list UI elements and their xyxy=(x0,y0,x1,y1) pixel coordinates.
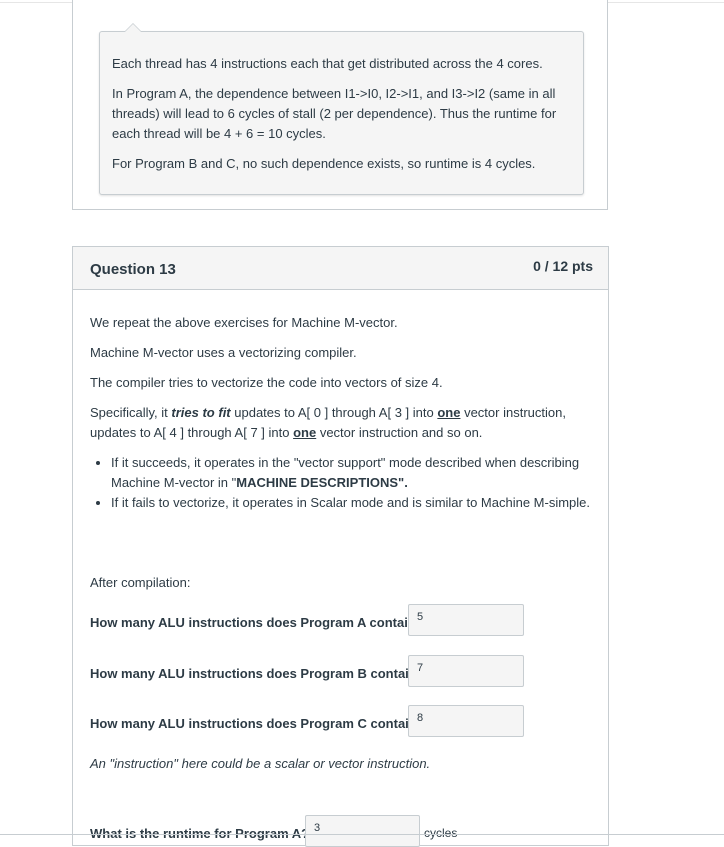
program-c-alu-answer[interactable]: 8 xyxy=(408,705,524,737)
question-13-card: Question 13 0 / 12 pts We repeat the abo… xyxy=(72,246,609,847)
program-b-alu-answer[interactable]: 7 xyxy=(408,655,524,687)
text-span: Specifically, it xyxy=(90,405,172,420)
program-a-runtime-answer[interactable]: 3 xyxy=(305,815,420,847)
runtime-unit-label: cycles xyxy=(424,826,458,840)
question-paragraph-1: We repeat the above exercises for Machin… xyxy=(90,315,398,330)
previous-question-card: Each thread has 4 instructions each that… xyxy=(72,0,608,210)
bold-text: MACHINE DESCRIPTIONS". xyxy=(236,475,408,490)
underlined-text: one xyxy=(293,425,317,440)
question-paragraph-3: The compiler tries to vectorize the code… xyxy=(90,375,443,390)
list-item: If it succeeds, it operates in the "vect… xyxy=(111,453,595,493)
underlined-text: one xyxy=(437,405,461,420)
comment-paragraph-3: For Program B and C, no such dependence … xyxy=(112,156,536,171)
comment-paragraph-2: In Program A, the dependence between I1-… xyxy=(112,86,557,141)
emphasis-text: tries to fit xyxy=(171,405,231,420)
question-header: Question 13 0 / 12 pts xyxy=(73,247,608,290)
question-title: Question 13 xyxy=(90,261,176,278)
question-paragraph-4: Specifically, it tries to fit updates to… xyxy=(90,403,595,443)
question-text: We repeat the above exercises for Machin… xyxy=(90,313,595,523)
instruction-note: An "instruction" here could be a scalar … xyxy=(90,756,431,771)
comment-paragraph-1: Each thread has 4 instructions each that… xyxy=(112,56,543,71)
question-points: 0 / 12 pts xyxy=(533,258,593,274)
program-c-alu-label: How many ALU instructions does Program C… xyxy=(90,716,425,731)
text-span: updates to A[ 0 ] through A[ 3 ] into xyxy=(230,405,438,420)
comment-caret xyxy=(124,23,142,32)
program-b-alu-label: How many ALU instructions does Program B… xyxy=(90,666,425,681)
condition-list: If it succeeds, it operates in the "vect… xyxy=(90,453,595,513)
list-item: If it fails to vectorize, it operates in… xyxy=(111,493,595,513)
answer-comment-box: Each thread has 4 instructions each that… xyxy=(99,23,584,195)
question-paragraph-2: Machine M-vector uses a vectorizing comp… xyxy=(90,345,357,360)
program-a-alu-answer[interactable]: 5 xyxy=(408,604,524,636)
text-span: vector instruction and so on. xyxy=(316,425,483,440)
after-compilation-label: After compilation: xyxy=(90,575,191,590)
program-a-alu-label: How many ALU instructions does Program A… xyxy=(90,615,424,630)
